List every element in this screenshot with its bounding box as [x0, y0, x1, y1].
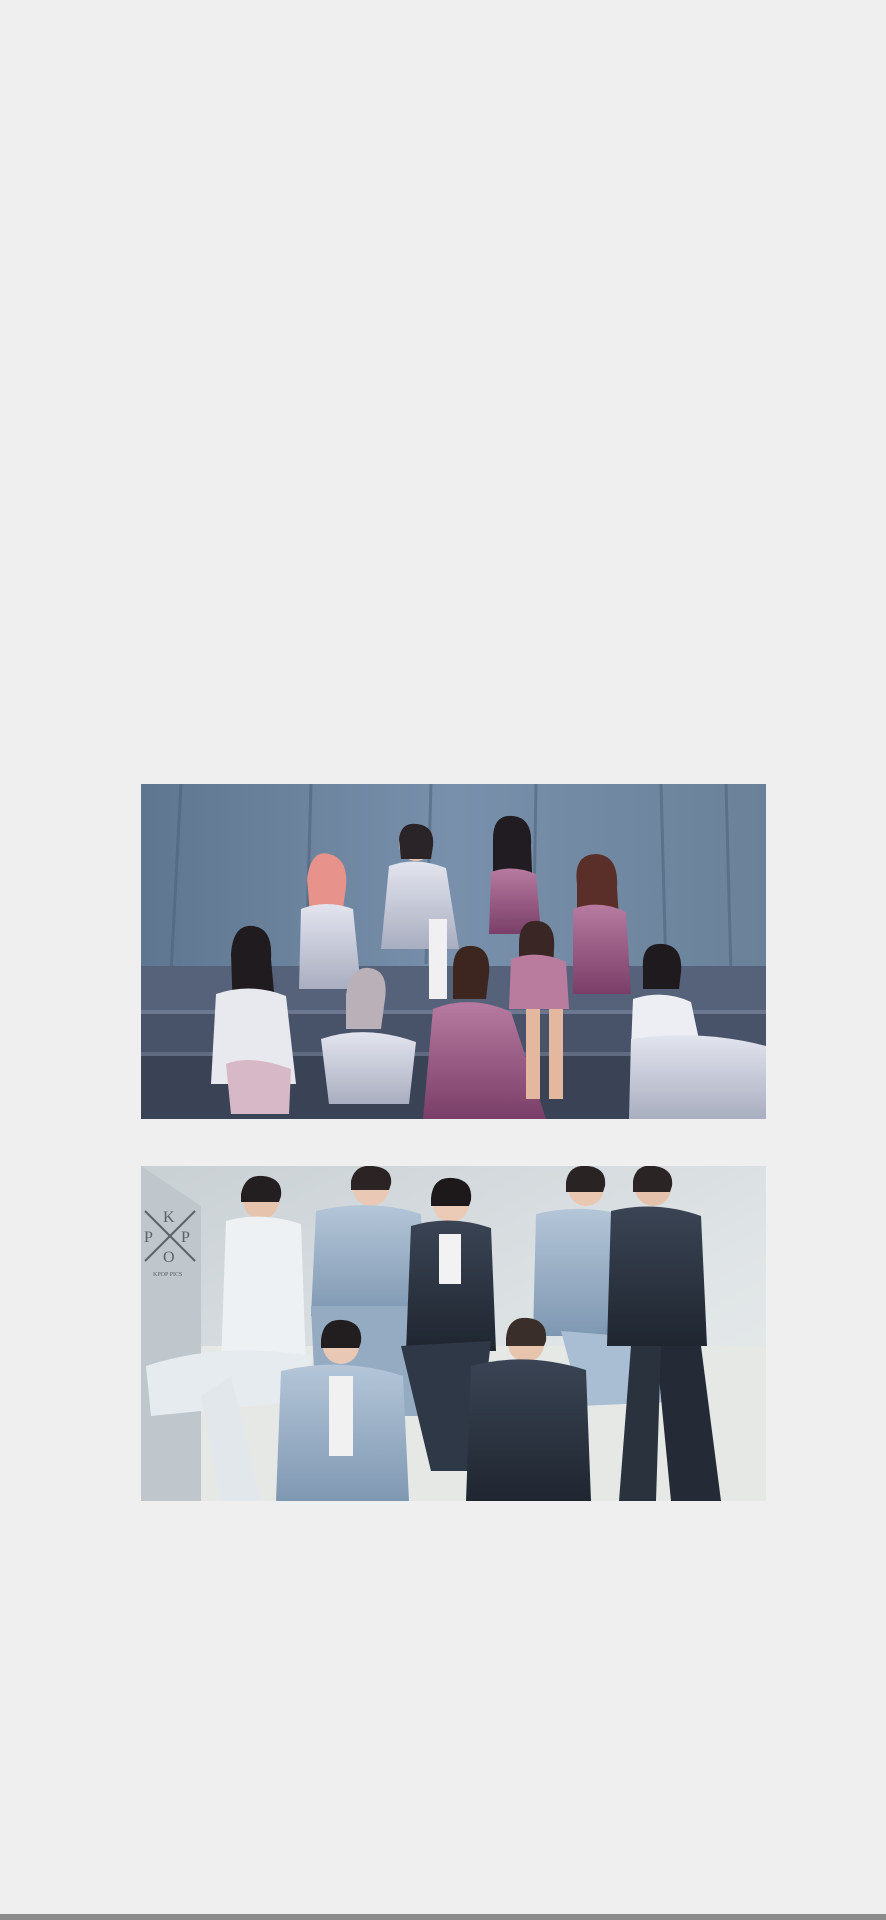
watermark-letter-top: K: [163, 1209, 175, 1226]
group-photo-2: K P P O KPOP PICS: [141, 1166, 766, 1501]
wallpaper-page: K P P O KPOP PICS: [0, 0, 886, 1920]
watermark-caption: KPOP PICS: [153, 1272, 182, 1278]
group-photo-2-illustration: K P P O KPOP PICS: [141, 1166, 766, 1501]
watermark-letter-left: P: [144, 1229, 153, 1246]
group-photo-1: [141, 784, 766, 1119]
home-indicator-bar: [0, 1914, 886, 1920]
group-photo-1-illustration: [141, 784, 766, 1119]
watermark-letter-right: P: [181, 1229, 190, 1246]
watermark-letter-bottom: O: [163, 1249, 175, 1266]
